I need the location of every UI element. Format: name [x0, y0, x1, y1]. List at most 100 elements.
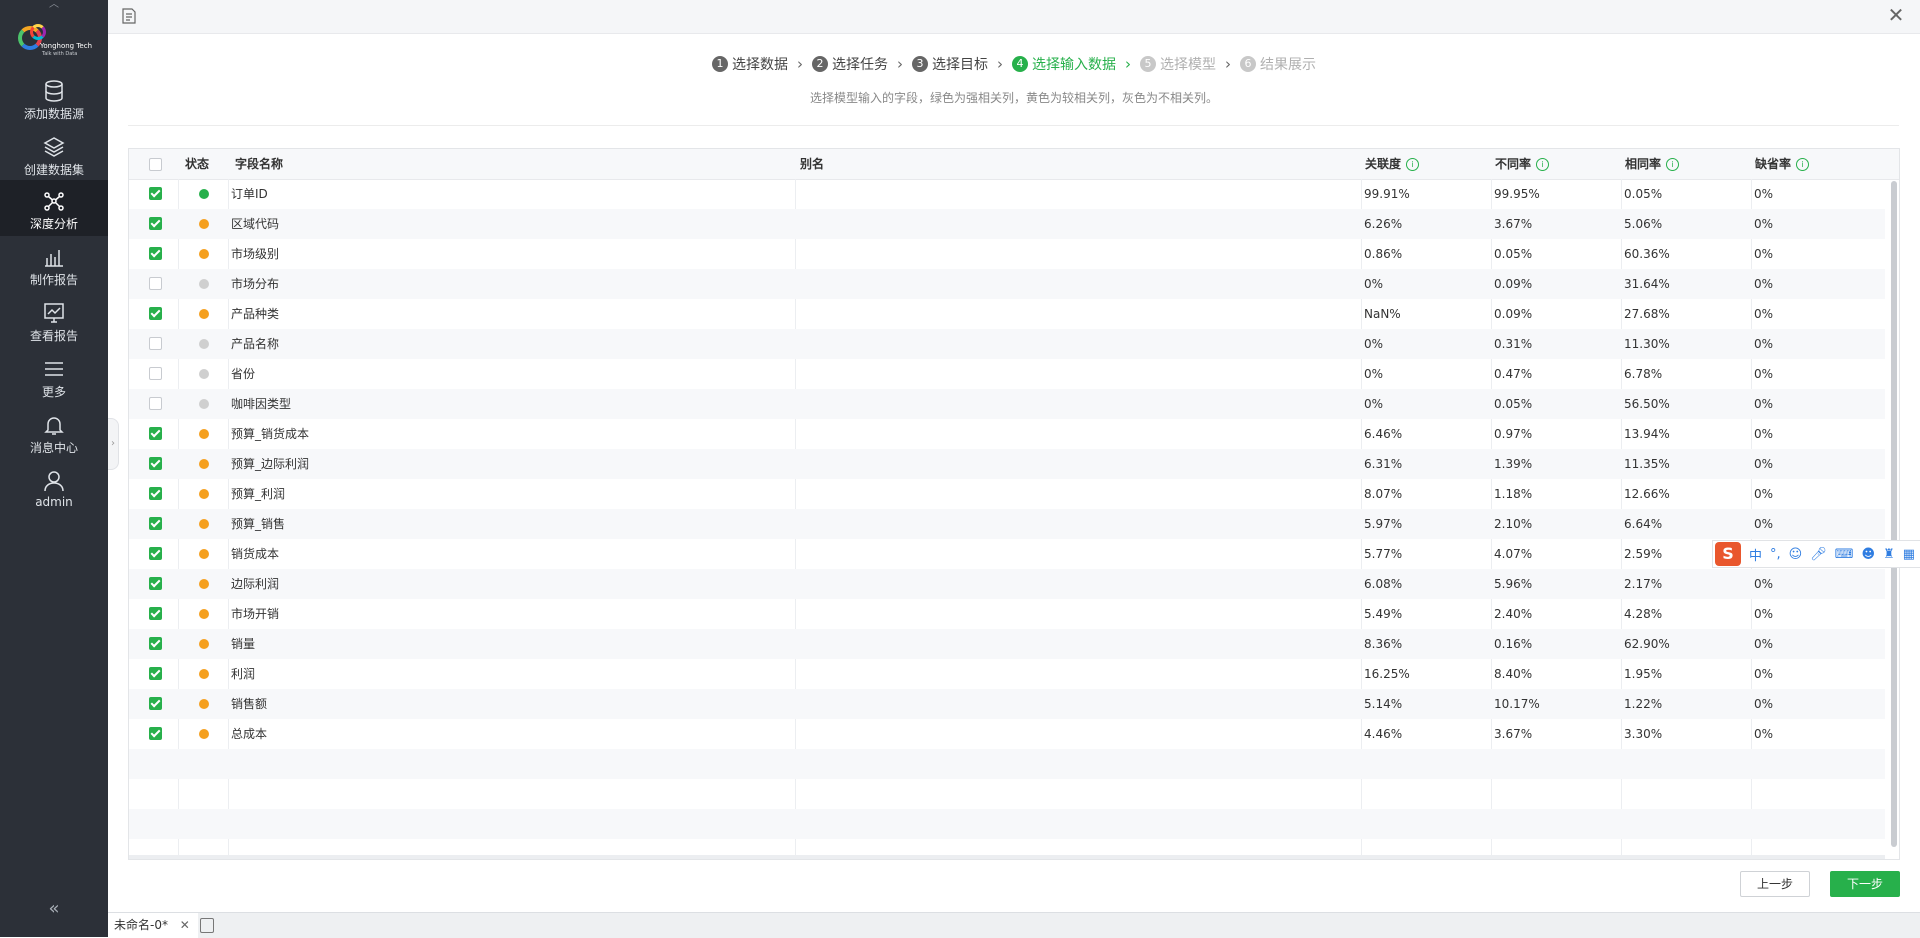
- row-checkbox[interactable]: [149, 547, 162, 560]
- close-tab-icon[interactable]: ✕: [180, 918, 190, 932]
- status-dot: [199, 729, 209, 739]
- column-header-diff-rate[interactable]: 不同率 i: [1495, 149, 1550, 179]
- info-icon[interactable]: i: [1666, 158, 1680, 171]
- row-checkbox[interactable]: [149, 667, 162, 680]
- step-select-data[interactable]: 1 选择数据: [712, 54, 788, 74]
- table-row[interactable]: 产品种类 NaN% 0.09% 27.68% 0%: [129, 299, 1885, 329]
- table-row[interactable]: 边际利润 6.08% 5.96% 2.17% 0%: [129, 569, 1885, 599]
- table-row[interactable]: 总成本 4.46% 3.67% 3.30% 0%: [129, 719, 1885, 749]
- table-row[interactable]: 市场开销 5.49% 2.40% 4.28% 0%: [129, 599, 1885, 629]
- table-row[interactable]: 订单ID 99.91% 99.95% 0.05% 0%: [129, 179, 1885, 209]
- row-checkbox[interactable]: [149, 247, 162, 260]
- sidebar-item-message-center[interactable]: 消息中心: [0, 404, 108, 460]
- status-dot: [199, 369, 209, 379]
- table-row[interactable]: 利润 16.25% 8.40% 1.95% 0%: [129, 659, 1885, 689]
- sidebar-item-make-report[interactable]: 制作报告: [0, 236, 108, 292]
- missing-rate-cell: 0%: [1754, 697, 1774, 711]
- horizontal-scrollbar[interactable]: [129, 855, 1885, 859]
- vertical-scrollbar[interactable]: [1891, 181, 1897, 847]
- field-name-cell: 产品名称: [231, 337, 280, 351]
- row-checkbox[interactable]: [149, 367, 162, 380]
- table-row[interactable]: 产品名称 0% 0.31% 11.30% 0%: [129, 329, 1885, 359]
- grid-icon[interactable]: ▦: [1903, 547, 1915, 562]
- same-rate-cell: 5.06%: [1624, 217, 1663, 231]
- divider: [128, 125, 1899, 126]
- column-header-same-rate[interactable]: 相同率 i: [1625, 149, 1680, 179]
- copy-document-icon[interactable]: [200, 918, 214, 933]
- sidebar-item-create-dataset[interactable]: 创建数据集: [0, 126, 108, 182]
- row-checkbox[interactable]: [149, 577, 162, 590]
- document-tab[interactable]: 未命名-0* ✕: [108, 913, 198, 938]
- row-checkbox[interactable]: [149, 217, 162, 230]
- step-select-input-data[interactable]: 4 选择输入数据: [1012, 54, 1116, 74]
- sidebar-item-view-report[interactable]: 查看报告: [0, 292, 108, 348]
- previous-step-button[interactable]: 上一步: [1740, 871, 1810, 897]
- diff-rate-cell: 1.39%: [1494, 457, 1533, 471]
- missing-rate-cell: 0%: [1754, 187, 1774, 201]
- step-label: 选择目标: [932, 57, 988, 73]
- table-row[interactable]: 咖啡因类型 0% 0.05% 56.50% 0%: [129, 389, 1885, 419]
- expand-panel-handle[interactable]: ›: [108, 418, 119, 470]
- row-checkbox[interactable]: [149, 637, 162, 650]
- table-row[interactable]: 省份 0% 0.47% 6.78% 0%: [129, 359, 1885, 389]
- info-icon[interactable]: i: [1406, 158, 1420, 171]
- bell-icon: [44, 417, 64, 435]
- table-row[interactable]: 预算_销售 5.97% 2.10% 6.64% 0%: [129, 509, 1885, 539]
- diff-rate-cell: 0.09%: [1494, 307, 1533, 321]
- table-row[interactable]: 销量 8.36% 0.16% 62.90% 0%: [129, 629, 1885, 659]
- info-icon[interactable]: i: [1796, 158, 1810, 171]
- ime-mode-toggle[interactable]: 中: [1749, 545, 1762, 564]
- sidebar-item-more[interactable]: 更多: [0, 348, 108, 404]
- user-icon[interactable]: ☻: [1862, 547, 1876, 562]
- table-row[interactable]: 市场级别 0.86% 0.05% 60.36% 0%: [129, 239, 1885, 269]
- table-row[interactable]: 预算_利润 8.07% 1.18% 12.66% 0%: [129, 479, 1885, 509]
- row-checkbox[interactable]: [149, 187, 162, 200]
- sidebar-item-admin[interactable]: admin: [0, 460, 108, 516]
- row-checkbox[interactable]: [149, 457, 162, 470]
- diff-rate-cell: 4.07%: [1494, 547, 1533, 561]
- field-name-cell: 总成本: [231, 727, 268, 741]
- table-row[interactable]: 销货成本5.77%4.07%2.59%0%: [129, 539, 1885, 569]
- table-row[interactable]: 预算_销货成本 6.46% 0.97% 13.94% 0%: [129, 419, 1885, 449]
- row-checkbox[interactable]: [149, 427, 162, 440]
- collapse-sidebar-icon[interactable]: «: [0, 898, 108, 919]
- sidebar-item-label: 深度分析: [29, 217, 78, 231]
- table-row[interactable]: 预算_边际利润 6.31% 1.39% 11.35% 0%: [129, 449, 1885, 479]
- keyboard-icon[interactable]: ⌨: [1835, 547, 1854, 562]
- step-label: 结果展示: [1260, 57, 1316, 73]
- close-icon[interactable]: ✕: [1886, 5, 1906, 27]
- next-step-button[interactable]: 下一步: [1830, 871, 1900, 897]
- row-checkbox[interactable]: [149, 697, 162, 710]
- ime-punct-toggle[interactable]: °,: [1770, 547, 1781, 562]
- relevance-cell: 5.77%: [1364, 547, 1403, 561]
- row-checkbox[interactable]: [149, 397, 162, 410]
- sidebar-item-add-datasource[interactable]: 添加数据源: [0, 70, 108, 126]
- row-checkbox[interactable]: [149, 607, 162, 620]
- row-checkbox[interactable]: [149, 727, 162, 740]
- sidebar-item-deep-analysis[interactable]: 深度分析: [0, 180, 108, 236]
- step-select-target[interactable]: 3 选择目标: [912, 54, 988, 74]
- table-row[interactable]: 市场分布 0% 0.09% 31.64% 0%: [129, 269, 1885, 299]
- mic-icon[interactable]: 🎤︎: [1810, 547, 1827, 562]
- row-checkbox[interactable]: [149, 307, 162, 320]
- info-icon[interactable]: i: [1536, 158, 1550, 171]
- table-row[interactable]: 区域代码 6.26% 3.67% 5.06% 0%: [129, 209, 1885, 239]
- step-select-task[interactable]: 2 选择任务: [812, 54, 888, 74]
- column-header-relevance[interactable]: 关联度 i: [1365, 149, 1420, 179]
- empty-row: [129, 749, 1885, 779]
- row-checkbox[interactable]: [149, 337, 162, 350]
- select-all-checkbox[interactable]: [149, 158, 162, 171]
- column-header-missing-rate[interactable]: 缺省率 i: [1755, 149, 1810, 179]
- sidebar-item-label: 查看报告: [29, 329, 78, 343]
- column-header-alias[interactable]: 别名: [800, 149, 824, 179]
- chevron-up-icon[interactable]: ︿: [0, 0, 108, 12]
- document-icon[interactable]: [122, 8, 136, 24]
- emoji-icon[interactable]: ☺: [1789, 547, 1803, 562]
- column-header-field[interactable]: 字段名称: [235, 149, 283, 179]
- shirt-icon[interactable]: ♜: [1883, 547, 1895, 562]
- row-checkbox[interactable]: [149, 487, 162, 500]
- table-row[interactable]: 销售额 5.14% 10.17% 1.22% 0%: [129, 689, 1885, 719]
- row-checkbox[interactable]: [149, 277, 162, 290]
- row-checkbox[interactable]: [149, 517, 162, 530]
- sogou-logo-icon[interactable]: S: [1715, 542, 1741, 566]
